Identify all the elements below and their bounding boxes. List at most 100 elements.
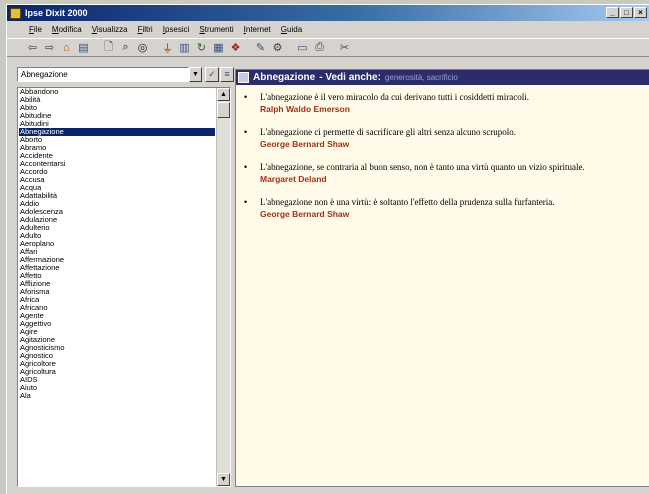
word-list-item[interactable]: Abilità xyxy=(19,96,215,104)
menu-visualizza[interactable]: Visualizza xyxy=(92,25,128,34)
bookmark-icon[interactable]: ❖ xyxy=(228,40,243,55)
word-list-item[interactable]: AIDS xyxy=(19,376,215,384)
maximize-button[interactable]: □ xyxy=(620,7,633,18)
word-list-item[interactable]: Abnegazione xyxy=(19,128,215,136)
title-bar[interactable]: Ipse Dixit 2000 _ □ × xyxy=(7,5,649,21)
search-input[interactable] xyxy=(17,67,189,82)
monitor-icon[interactable]: ▭ xyxy=(295,40,310,55)
forward-arrow-icon[interactable]: ⇨ xyxy=(42,40,57,55)
menu-ipsesici[interactable]: Ipsesici xyxy=(163,25,190,34)
binoculars-icon[interactable]: ◎ xyxy=(135,40,150,55)
word-list-item[interactable]: Affettazione xyxy=(19,264,215,272)
quote-item: • L'abnegazione ci permette di sacrificar… xyxy=(244,127,643,150)
quote-author[interactable]: George Bernard Shaw xyxy=(260,138,643,150)
word-list-item[interactable]: Agnosticismo xyxy=(19,344,215,352)
word-list-item[interactable]: Aggettivo xyxy=(19,320,215,328)
minimize-button[interactable]: _ xyxy=(606,7,619,18)
book-icon[interactable]: ▤ xyxy=(76,40,91,55)
search-icon[interactable]: ⌕ xyxy=(118,40,133,55)
word-list-item[interactable]: Affetto xyxy=(19,272,215,280)
header-icon xyxy=(238,72,249,83)
word-list-item[interactable]: Aborto xyxy=(19,136,215,144)
word-list-item[interactable]: Acqua xyxy=(19,184,215,192)
close-button[interactable]: × xyxy=(634,7,647,18)
window-controls: _ □ × xyxy=(606,7,647,18)
filter-icon[interactable]: ⏚ xyxy=(160,40,175,55)
word-list-item[interactable]: Africano xyxy=(19,304,215,312)
quote-text: L'abnegazione ci permette di sacrificare… xyxy=(260,127,517,137)
word-list-item[interactable]: Ala xyxy=(19,392,215,400)
scroll-up-button[interactable]: ▲ xyxy=(217,88,230,101)
document-icon[interactable]: 🗋 xyxy=(101,40,116,55)
scroll-thumb[interactable] xyxy=(217,102,230,118)
word-list-item[interactable]: Afflizione xyxy=(19,280,215,288)
menu-guida[interactable]: Guida xyxy=(281,25,302,34)
word-list-item[interactable]: Agire xyxy=(19,328,215,336)
home-icon[interactable]: ⌂ xyxy=(59,40,74,55)
word-list-item[interactable]: Accontentarsi xyxy=(19,160,215,168)
see-also-label: - Vedi anche: xyxy=(319,72,381,83)
word-list-item[interactable]: Addio xyxy=(19,200,215,208)
bullet-icon: • xyxy=(244,127,248,137)
related-links[interactable]: generosità, sacrificio xyxy=(385,73,458,82)
word-list-item[interactable]: Accidente xyxy=(19,152,215,160)
menu-file[interactable]: File xyxy=(29,25,42,34)
list-view-icon[interactable]: ≡ xyxy=(220,67,234,82)
menu-bar: File Modifica Visualizza Filtri Ipsesici… xyxy=(7,22,649,37)
word-list-item[interactable]: Affari xyxy=(19,248,215,256)
back-arrow-icon[interactable]: ⇦ xyxy=(25,40,40,55)
word-list-item[interactable]: Agente xyxy=(19,312,215,320)
word-list-scrollbar[interactable]: ▲ ▼ xyxy=(216,88,230,486)
search-go-icon[interactable]: ✓ xyxy=(205,67,219,82)
bullet-icon: • xyxy=(244,197,248,207)
word-list-item[interactable]: Adulto xyxy=(19,232,215,240)
quote-text: L'abnegazione non è una virtù: è soltant… xyxy=(260,197,555,207)
print-icon[interactable]: ⎙ xyxy=(312,40,327,55)
word-list[interactable]: Abbandono Abilità Abito Abitudine Abitudini A… xyxy=(17,87,231,487)
word-list-item[interactable]: Aiuto xyxy=(19,384,215,392)
tool-icon[interactable]: ✂ xyxy=(337,40,352,55)
word-list-item[interactable]: Accusa xyxy=(19,176,215,184)
word-list-item[interactable]: Abitudini xyxy=(19,120,215,128)
word-list-item[interactable]: Abbandono xyxy=(19,88,215,96)
quote-text: L'abnegazione, se contraria al buon sens… xyxy=(260,162,585,172)
quote-body: L'abnegazione, se contraria al buon sens… xyxy=(260,162,643,185)
app-window: Ipse Dixit 2000 _ □ × File Modifica Visu… xyxy=(6,4,649,494)
quote-author[interactable]: Ralph Waldo Emerson xyxy=(260,103,643,115)
word-list-item[interactable]: Adulterio xyxy=(19,224,215,232)
combo-dropdown-button[interactable]: ▼ xyxy=(189,67,202,82)
word-list-item[interactable]: Abramo xyxy=(19,144,215,152)
word-list-item[interactable]: Affermazione xyxy=(19,256,215,264)
word-list-item[interactable]: Aeroplano xyxy=(19,240,215,248)
grid-icon[interactable]: ▦ xyxy=(211,40,226,55)
word-list-item[interactable]: Abito xyxy=(19,104,215,112)
word-list-item[interactable]: Africa xyxy=(19,296,215,304)
word-list-item[interactable]: Adattabilità xyxy=(19,192,215,200)
menu-strumenti[interactable]: Strumenti xyxy=(199,25,233,34)
gear-icon[interactable]: ⚙ xyxy=(270,40,285,55)
menu-filtri[interactable]: Filtri xyxy=(138,25,153,34)
word-list-item[interactable]: Adolescenza xyxy=(19,208,215,216)
word-list-item[interactable]: Accordo xyxy=(19,168,215,176)
quote-text: L'abnegazione è il vero miracolo da cui … xyxy=(260,92,530,102)
scroll-down-button[interactable]: ▼ xyxy=(217,473,230,486)
word-list-item[interactable]: Agricoltore xyxy=(19,360,215,368)
quote-author[interactable]: Margaret Deland xyxy=(260,173,643,185)
word-list-item[interactable]: Adulazione xyxy=(19,216,215,224)
quotes-header: Abnegazione - Vedi anche: generosità, sa… xyxy=(236,70,649,85)
word-list-item[interactable]: Agitazione xyxy=(19,336,215,344)
refresh-icon[interactable]: ↻ xyxy=(194,40,209,55)
app-icon xyxy=(10,7,21,19)
word-list-item[interactable]: Agricoltura xyxy=(19,368,215,376)
columns-icon[interactable]: ▥ xyxy=(177,40,192,55)
word-list-item[interactable]: Agnostico xyxy=(19,352,215,360)
word-list-item[interactable]: Abitudine xyxy=(19,112,215,120)
menu-modifica[interactable]: Modifica xyxy=(52,25,82,34)
quote-author[interactable]: George Bernard Shaw xyxy=(260,208,643,220)
word-pane: ▼ ✓ ≡ AbbandonoAbilitàAbitoAbitudineAbit… xyxy=(17,67,234,487)
menu-internet[interactable]: Internet xyxy=(244,25,271,34)
quote-item: • L'abnegazione non è una virtù: è soltan… xyxy=(244,197,643,220)
edit-icon[interactable]: ✎ xyxy=(253,40,268,55)
word-list-item[interactable]: Aforisma xyxy=(19,288,215,296)
quote-body: L'abnegazione non è una virtù: è soltant… xyxy=(260,197,643,220)
